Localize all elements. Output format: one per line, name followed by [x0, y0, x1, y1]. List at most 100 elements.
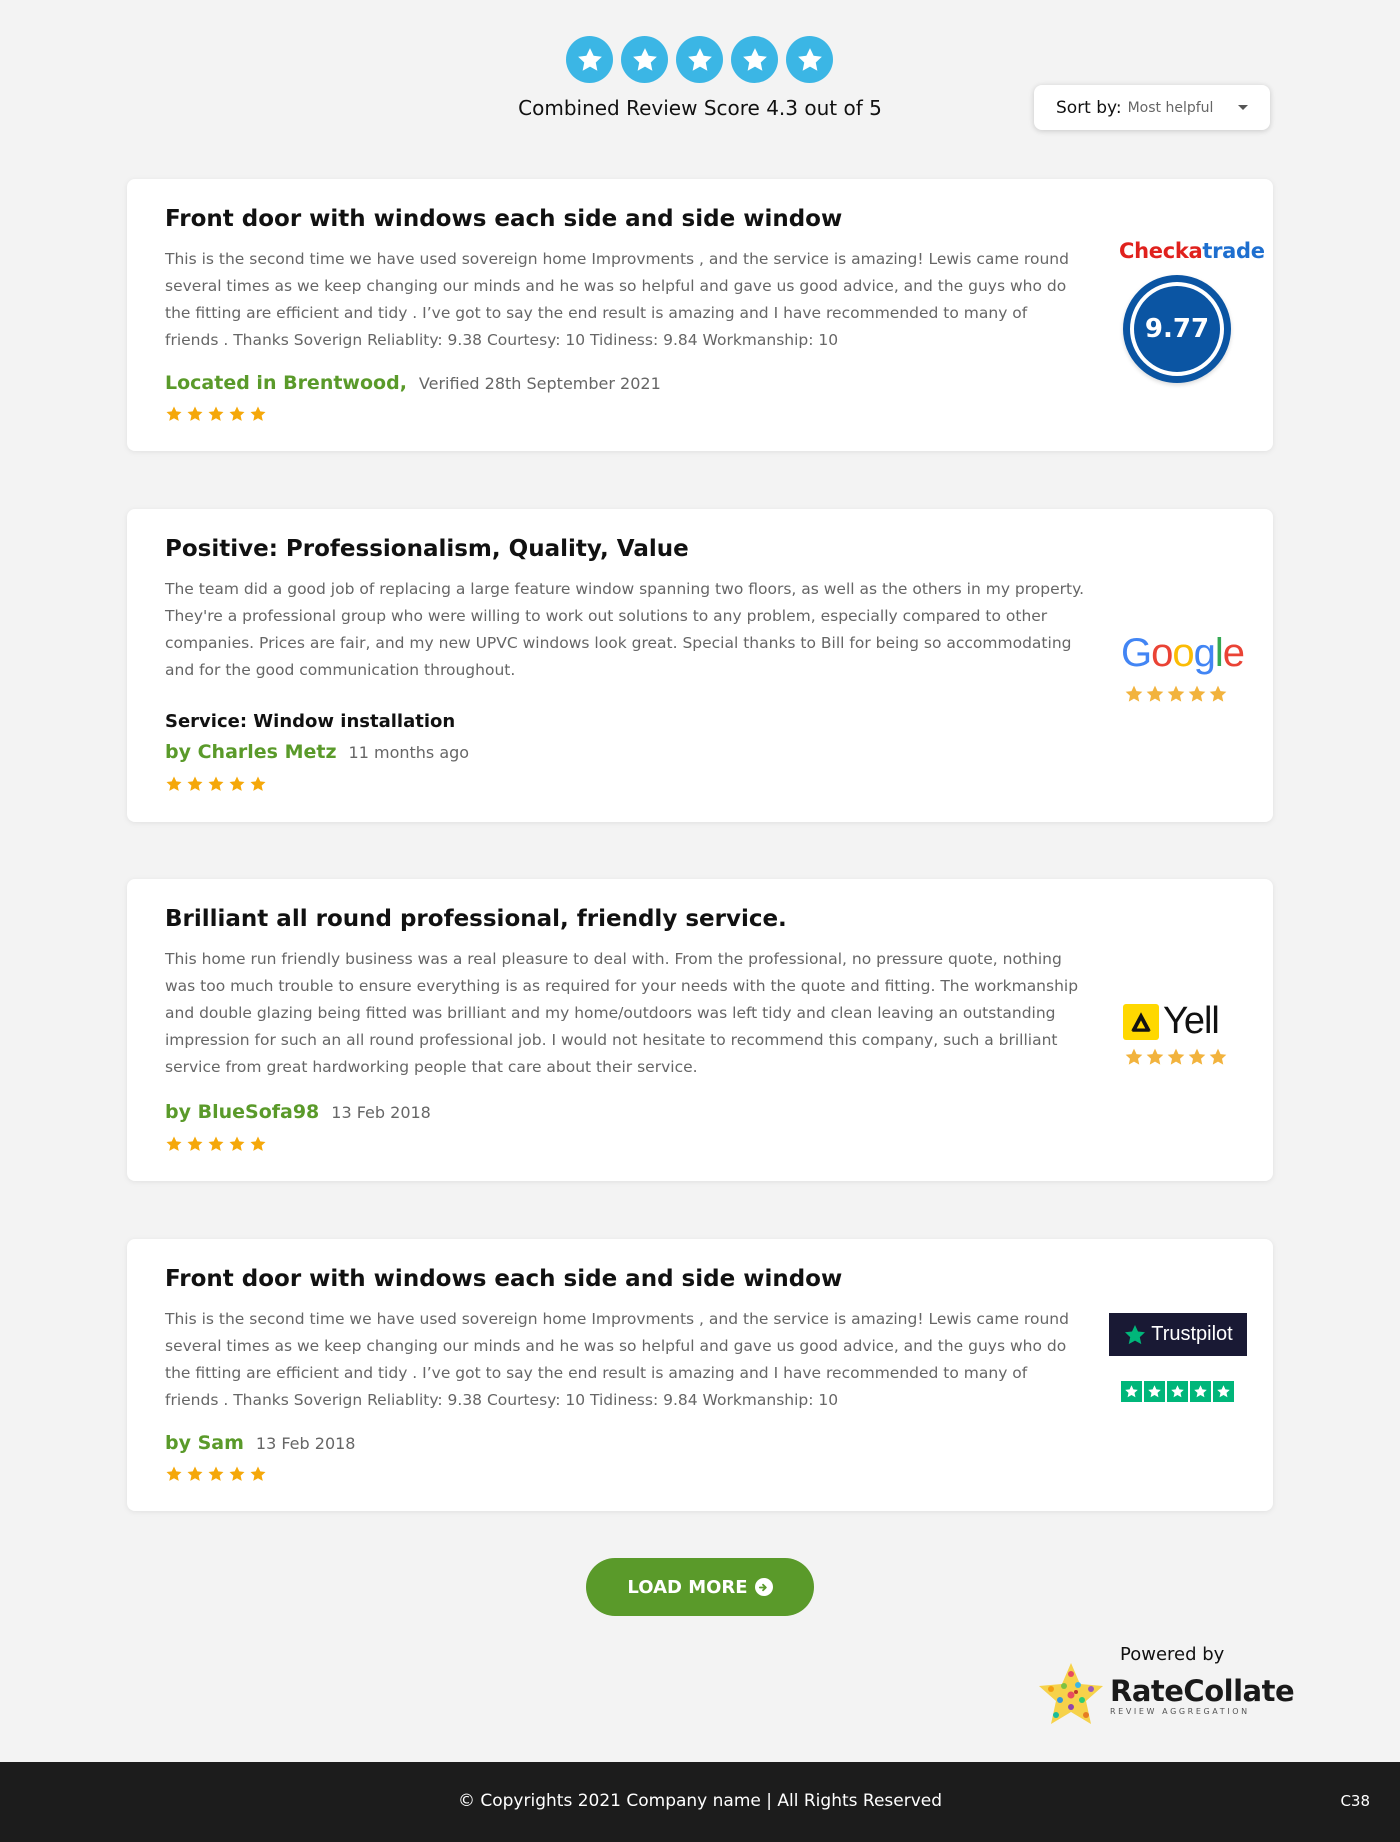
star-icon: [166, 776, 182, 791]
review-card: Front door with windows each side and si…: [127, 179, 1273, 451]
star-icon: [187, 1466, 203, 1481]
star-icon: [676, 36, 723, 83]
star-icon: [166, 1136, 182, 1151]
review-body: This is the second time we have used sov…: [165, 1310, 1069, 1409]
star-icon: [1213, 1381, 1234, 1402]
checkatrade-score-badge: 9.77: [1123, 275, 1231, 383]
star-icon: [1188, 1048, 1206, 1065]
review-rating-stars: [165, 775, 267, 793]
combined-score-stars: [566, 36, 833, 83]
trustpilot-logo: Trustpilot: [1109, 1313, 1247, 1356]
review-date: 13 Feb 2018: [331, 1103, 431, 1122]
star-icon: [187, 406, 203, 421]
review-rating-stars: [165, 1465, 267, 1483]
yell-logo: Yell: [1123, 1000, 1220, 1043]
star-icon: [166, 1466, 182, 1481]
caret-down-icon: [1238, 105, 1248, 110]
review-rating-stars: [165, 405, 267, 423]
sort-dropdown[interactable]: Sort by: Most helpful: [1034, 85, 1270, 130]
review-meta: by BlueSofa98 13 Feb 2018: [165, 1101, 431, 1123]
ratecollate-tagline: REVIEW AGGREGATION: [1110, 1706, 1250, 1716]
star-icon: [1167, 1048, 1185, 1065]
checkatrade-score: 9.77: [1134, 286, 1220, 372]
star-icon: [208, 1136, 224, 1151]
star-icon: [1121, 1381, 1142, 1402]
review-body: The team did a good job of replacing a l…: [165, 580, 1084, 679]
review-meta: Located in Brentwood, Verified 28th Sept…: [165, 372, 661, 394]
review-author: by BlueSofa98: [165, 1101, 320, 1123]
star-icon: [1167, 1381, 1188, 1402]
yell-mark-icon: [1123, 1003, 1159, 1040]
checkatrade-logo: Checkatrade: [1119, 239, 1265, 263]
review-service: Service: Window installation: [165, 711, 456, 732]
review-title: Brilliant all round professional, friend…: [165, 906, 787, 932]
star-icon: [250, 1136, 266, 1151]
review-title: Positive: Professionalism, Quality, Valu…: [165, 536, 689, 562]
google-rating-stars: [1124, 684, 1228, 704]
star-icon: [166, 406, 182, 421]
star-icon: [229, 1136, 245, 1151]
star-icon: [1209, 1048, 1227, 1065]
star-icon: [208, 1466, 224, 1481]
review-card: Positive: Professionalism, Quality, Valu…: [127, 509, 1273, 822]
ratecollate-brand: RateCollate: [1110, 1673, 1295, 1708]
review-date: 13 Feb 2018: [255, 1434, 356, 1453]
review-author: by Charles Metz: [165, 741, 337, 763]
trustpilot-logo-text: Trustpilot: [1151, 1323, 1233, 1345]
trustpilot-rating-stars: [1121, 1381, 1234, 1402]
ratecollate-logo: RateCollate REVIEW AGGREGATION: [1036, 1660, 1295, 1730]
review-card: Front door with windows each side and si…: [127, 1239, 1273, 1511]
google-logo-text: Google: [1121, 631, 1245, 675]
yell-logo-text: Yell: [1163, 1000, 1220, 1042]
review-card: Brilliant all round professional, friend…: [127, 879, 1273, 1181]
star-icon: [208, 776, 224, 791]
footer-code: C38: [1340, 1792, 1370, 1810]
trustpilot-star-icon: [1125, 1324, 1146, 1344]
review-body: This home run friendly business was a re…: [165, 950, 1079, 1076]
review-author: Located in Brentwood,: [165, 372, 407, 394]
star-icon: [621, 36, 668, 83]
copyright-text: © Copyrights 2021 Company name | All Rig…: [457, 1791, 943, 1811]
star-icon: [250, 406, 266, 421]
star-icon: [229, 406, 245, 421]
review-author: by Sam: [165, 1432, 244, 1454]
star-icon: [1125, 685, 1143, 702]
star-icon: [187, 1136, 203, 1151]
star-icon: [1146, 685, 1164, 702]
star-icon: [187, 776, 203, 791]
load-more-button[interactable]: LOAD MORE: [586, 1558, 814, 1616]
star-icon: [1144, 1381, 1165, 1402]
star-icon: [1190, 1381, 1211, 1402]
star-icon: [208, 406, 224, 421]
star-icon: [229, 776, 245, 791]
review-title: Front door with windows each side and si…: [165, 206, 843, 232]
ratecollate-star-icon: [1039, 1663, 1103, 1724]
star-icon: [566, 36, 613, 83]
arrow-circle-right-icon: [754, 1578, 773, 1596]
star-icon: [229, 1466, 245, 1481]
review-date: 11 months ago: [348, 743, 470, 762]
review-rating-stars: [165, 1135, 267, 1153]
star-icon: [1146, 1048, 1164, 1065]
star-icon: [1188, 685, 1206, 702]
review-date: Verified 28th September 2021: [418, 374, 661, 393]
star-icon: [1167, 685, 1185, 702]
star-icon: [250, 1466, 266, 1481]
review-title: Front door with windows each side and si…: [165, 1266, 843, 1292]
star-icon: [786, 36, 833, 83]
yell-rating-stars: [1124, 1047, 1228, 1067]
sort-label: Sort by:: [1056, 97, 1122, 118]
checkatrade-logo-part-a: Checka: [1119, 239, 1203, 263]
load-more-label: LOAD MORE: [627, 1576, 748, 1598]
star-icon: [1125, 1048, 1143, 1065]
review-meta: by Charles Metz 11 months ago: [165, 741, 469, 763]
star-icon: [250, 776, 266, 791]
google-logo: Google: [1121, 631, 1245, 676]
review-summary-header: Combined Review Score 4.3 out of 5 Sort …: [0, 0, 1400, 150]
review-body: This is the second time we have used sov…: [165, 250, 1069, 349]
star-icon: [731, 36, 778, 83]
sort-selected-value: Most helpful: [1127, 99, 1214, 116]
star-icon: [1209, 685, 1227, 702]
review-meta: by Sam 13 Feb 2018: [165, 1432, 355, 1454]
checkatrade-logo-part-b: trade: [1202, 239, 1265, 263]
